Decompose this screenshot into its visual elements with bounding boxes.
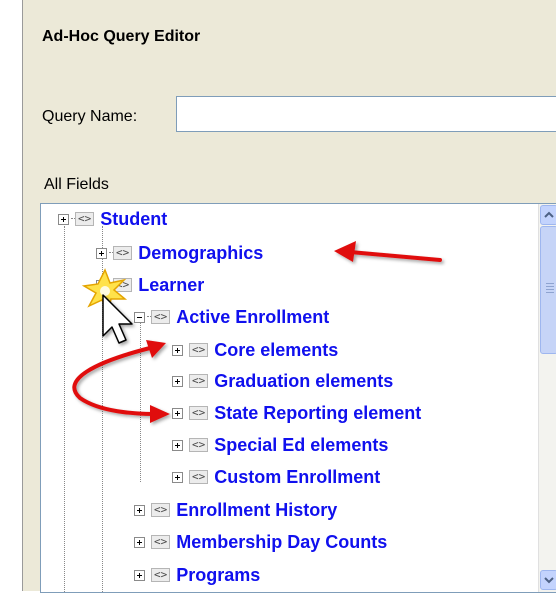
tree-node-label: Programs (176, 564, 261, 585)
thumb-grip (546, 283, 554, 284)
tree-node-programs[interactable]: <> Programs (134, 562, 260, 588)
scroll-down-button[interactable] (540, 570, 556, 590)
query-name-label: Query Name: (42, 108, 138, 125)
expand-toggle[interactable] (172, 439, 183, 451)
tree-node-label: Active Enrollment (176, 306, 330, 327)
fields-tree[interactable]: <> Student <> Demographics <> Learner <>… (40, 203, 556, 593)
tree-node-special-ed[interactable]: <> Special Ed elements (172, 432, 388, 458)
tree-node-graduation-elements[interactable]: <> Graduation elements (172, 368, 393, 394)
tree-node-custom-enrollment[interactable]: <> Custom Enrollment (172, 464, 380, 490)
tree-node-membership-day-counts[interactable]: <> Membership Day Counts (134, 529, 387, 555)
thumb-grip (546, 286, 554, 287)
query-name-input[interactable] (176, 96, 556, 132)
all-fields-label: All Fields (44, 176, 109, 193)
field-icon: <> (189, 374, 209, 388)
expand-toggle[interactable] (96, 247, 107, 259)
field-icon: <> (189, 438, 209, 452)
collapse-toggle[interactable] (96, 279, 107, 291)
tree-node-label: Special Ed elements (214, 434, 389, 455)
tree-node-active-enrollment[interactable]: <> Active Enrollment (134, 304, 329, 330)
tree-node-label: State Reporting element (214, 402, 422, 423)
field-icon: <> (189, 470, 209, 484)
expand-toggle[interactable] (58, 213, 69, 225)
editor-title: Ad-Hoc Query Editor (42, 28, 201, 45)
screenshot-frame: Ad-Hoc Query Editor Query Name: All Fiel… (0, 0, 556, 596)
tree-node-label: Graduation elements (214, 370, 394, 391)
tree-scrollbar[interactable] (538, 204, 556, 592)
expand-toggle[interactable] (172, 407, 183, 419)
tree-node-label: Membership Day Counts (176, 531, 388, 552)
expand-toggle[interactable] (134, 569, 145, 581)
tree-node-demographics[interactable]: <> Demographics (96, 240, 263, 266)
field-icon: <> (189, 406, 209, 420)
tree-node-label: Demographics (138, 242, 264, 263)
tree-node-learner[interactable]: <> Learner (96, 272, 204, 298)
field-icon: <> (113, 278, 133, 292)
field-icon: <> (113, 246, 133, 260)
field-icon: <> (151, 535, 171, 549)
tree-node-label: Core elements (214, 339, 339, 360)
tree-node-label: Student (100, 208, 168, 229)
tree-guide-line (140, 322, 141, 482)
tree-node-enrollment-history[interactable]: <> Enrollment History (134, 497, 337, 523)
chevron-down-icon (544, 577, 554, 584)
tree-node-state-reporting[interactable]: <> State Reporting element (172, 400, 421, 426)
field-icon: <> (151, 310, 171, 324)
collapse-toggle[interactable] (134, 311, 145, 323)
field-icon: <> (75, 212, 95, 226)
expand-toggle[interactable] (134, 504, 145, 516)
tree-guide-line (64, 226, 65, 592)
tree-node-label: Custom Enrollment (214, 466, 381, 487)
scroll-up-button[interactable] (540, 205, 556, 225)
field-icon: <> (151, 503, 171, 517)
scrollbar-thumb[interactable] (540, 226, 556, 354)
expand-toggle[interactable] (172, 375, 183, 387)
chevron-up-icon (544, 211, 554, 218)
tree-node-core-elements[interactable]: <> Core elements (172, 337, 338, 363)
field-icon: <> (151, 568, 171, 582)
tree-node-label: Learner (138, 274, 205, 295)
expand-toggle[interactable] (134, 536, 145, 548)
tree-node-label: Enrollment History (176, 499, 338, 520)
expand-toggle[interactable] (172, 471, 183, 483)
expand-toggle[interactable] (172, 344, 183, 356)
tree-node-student[interactable]: <> Student (58, 206, 167, 232)
thumb-grip (546, 289, 554, 290)
field-icon: <> (189, 343, 209, 357)
thumb-grip (546, 292, 554, 293)
